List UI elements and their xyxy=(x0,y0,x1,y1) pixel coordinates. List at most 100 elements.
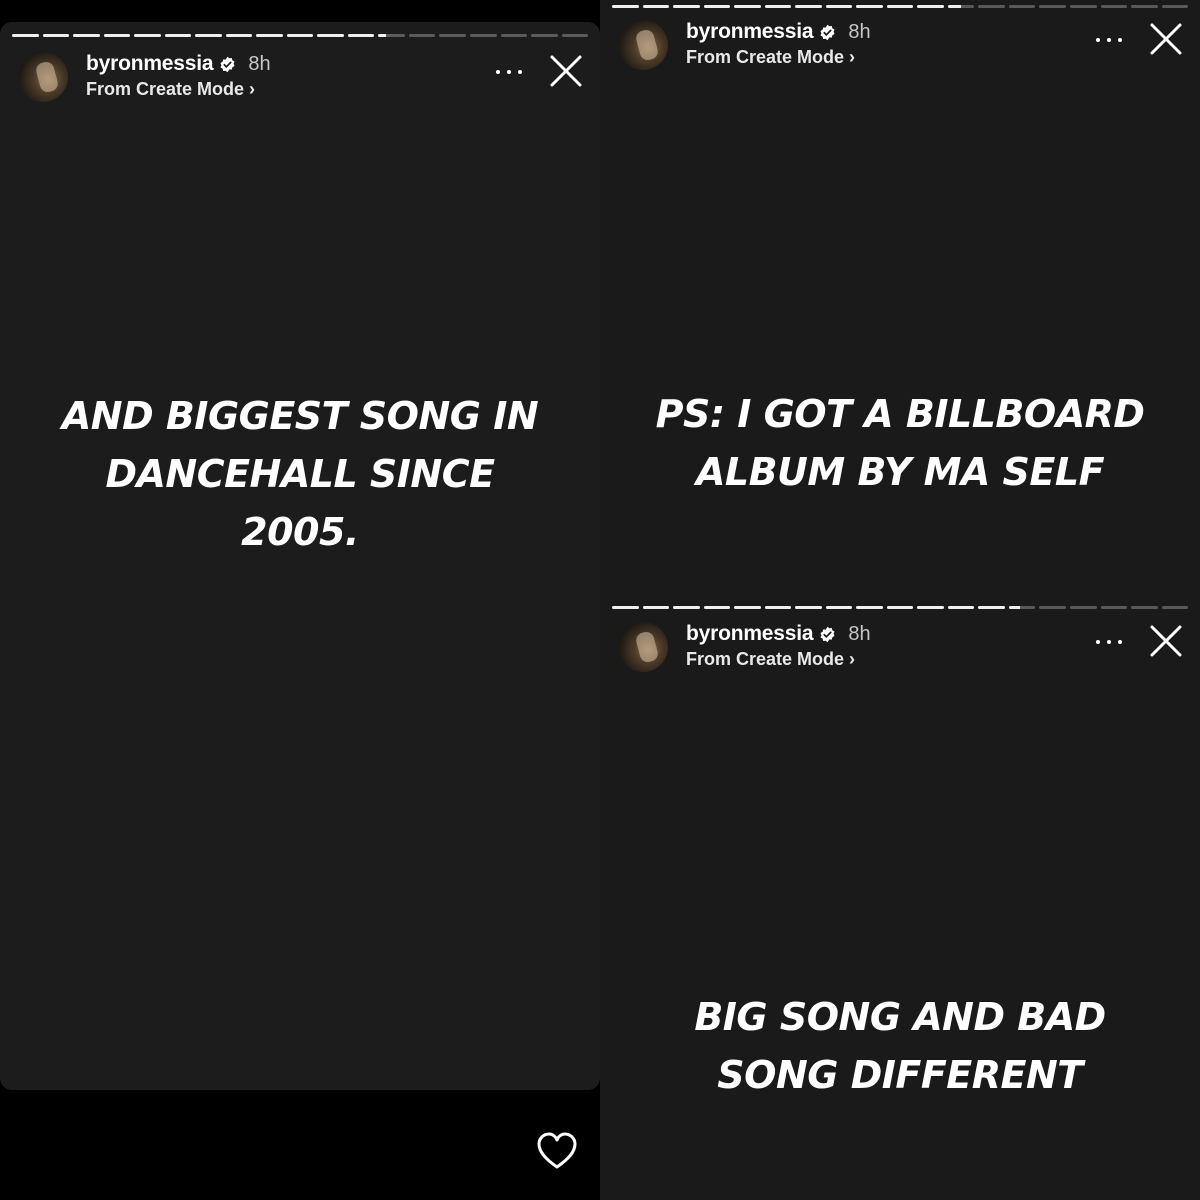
progress-segment xyxy=(673,606,700,609)
progress-segment xyxy=(642,5,670,8)
user-line: byronmessia 8h xyxy=(686,621,871,647)
story-text-line: SONG DIFFERENT xyxy=(717,1053,1083,1097)
story-header: byronmessia 8h From Create Mode › xyxy=(600,16,1200,76)
progress-segment xyxy=(1131,606,1158,609)
progress-segment xyxy=(134,34,161,37)
progress-segment xyxy=(764,5,792,8)
story-text: AND BIGGEST SONG IN DANCEHALL SINCE 2005… xyxy=(40,387,560,561)
progress-segment xyxy=(317,34,344,37)
progress-segment xyxy=(439,34,466,37)
progress-segment xyxy=(795,5,822,8)
post-time: 8h xyxy=(248,52,271,75)
progress-segment xyxy=(734,606,761,609)
create-mode-label: From Create Mode xyxy=(686,47,845,67)
progress-segment xyxy=(917,5,944,8)
progress-segment xyxy=(1161,5,1189,8)
progress-segment xyxy=(73,34,100,37)
progress-segment xyxy=(347,34,375,37)
post-time: 8h xyxy=(848,20,871,43)
progress-segment xyxy=(795,606,822,609)
progress-segment xyxy=(408,34,436,37)
avatar[interactable] xyxy=(18,52,68,102)
progress-segment xyxy=(703,5,731,8)
progress-segment xyxy=(886,606,914,609)
story-progress-bar xyxy=(612,5,1189,8)
progress-segment xyxy=(1131,5,1158,8)
progress-segment xyxy=(1008,606,1036,609)
progress-segment xyxy=(1039,5,1066,8)
story-panel-3[interactable]: byronmessia 8h From Create Mode › BIG SO… xyxy=(600,600,1200,1200)
progress-segment xyxy=(225,34,253,37)
username[interactable]: byronmessia xyxy=(686,20,814,44)
story-text: BIG SONG AND BAD SONG DIFFERENT xyxy=(640,988,1160,1104)
post-time: 8h xyxy=(848,622,871,645)
story-progress-bar xyxy=(12,34,589,37)
story-text-line: BIG SONG AND BAD xyxy=(694,995,1106,1039)
progress-segment xyxy=(612,606,639,609)
verified-badge-icon xyxy=(820,24,835,40)
story-progress-bar xyxy=(612,606,1189,609)
progress-segment xyxy=(978,5,1005,8)
progress-segment xyxy=(825,606,853,609)
more-options-icon[interactable] xyxy=(496,62,522,82)
progress-segment xyxy=(673,5,700,8)
progress-segment xyxy=(1069,5,1097,8)
progress-segment xyxy=(164,34,192,37)
progress-segment xyxy=(531,34,558,37)
progress-segment xyxy=(856,5,883,8)
progress-segment xyxy=(1008,5,1036,8)
progress-segment xyxy=(12,34,39,37)
chevron-right-icon: › xyxy=(849,47,856,67)
story-header: byronmessia 8h From Create Mode › xyxy=(0,48,600,108)
progress-segment xyxy=(256,34,283,37)
progress-segment xyxy=(703,606,731,609)
story-text: PS: I GOT A BILLBOARD ALBUM BY MA SELF xyxy=(640,385,1160,501)
avatar[interactable] xyxy=(618,622,668,672)
avatar[interactable] xyxy=(618,20,668,70)
progress-segment xyxy=(103,34,131,37)
close-icon[interactable] xyxy=(1146,621,1186,661)
create-mode-link[interactable]: From Create Mode › xyxy=(86,79,255,100)
heart-icon[interactable] xyxy=(535,1130,579,1174)
progress-segment xyxy=(286,34,314,37)
more-options-icon[interactable] xyxy=(1096,30,1122,50)
close-icon[interactable] xyxy=(546,51,586,91)
progress-segment xyxy=(734,5,761,8)
username[interactable]: byronmessia xyxy=(686,622,814,646)
more-options-icon[interactable] xyxy=(1096,632,1122,652)
progress-segment xyxy=(1069,606,1097,609)
progress-segment xyxy=(561,34,589,37)
progress-segment xyxy=(1100,606,1128,609)
create-mode-link[interactable]: From Create Mode › xyxy=(686,47,855,68)
progress-segment xyxy=(378,34,405,37)
story-panel-1[interactable]: byronmessia 8h From Create Mode › AND BI… xyxy=(0,22,600,1090)
story-text-line: AND BIGGEST SONG IN xyxy=(61,394,539,438)
story-text-line: 2005. xyxy=(241,510,359,554)
progress-segment xyxy=(947,5,975,8)
user-line: byronmessia 8h xyxy=(86,51,271,77)
progress-segment xyxy=(42,34,70,37)
chevron-right-icon: › xyxy=(249,79,256,99)
progress-segment xyxy=(1039,606,1066,609)
progress-segment xyxy=(1100,5,1128,8)
create-mode-label: From Create Mode xyxy=(686,649,845,669)
verified-badge-icon xyxy=(820,626,835,642)
story-text-line: DANCEHALL SINCE xyxy=(105,452,495,496)
progress-segment xyxy=(947,606,975,609)
create-mode-label: From Create Mode xyxy=(86,79,245,99)
story-header: byronmessia 8h From Create Mode › xyxy=(600,618,1200,678)
progress-segment xyxy=(642,606,670,609)
progress-segment xyxy=(764,606,792,609)
progress-segment xyxy=(917,606,944,609)
progress-segment xyxy=(1161,606,1189,609)
progress-segment xyxy=(500,34,528,37)
user-line: byronmessia 8h xyxy=(686,19,871,45)
progress-segment xyxy=(886,5,914,8)
verified-badge-icon xyxy=(220,56,235,72)
create-mode-link[interactable]: From Create Mode › xyxy=(686,649,855,670)
progress-segment xyxy=(469,34,497,37)
story-panel-2[interactable]: byronmessia 8h From Create Mode › PS: I … xyxy=(600,0,1200,600)
username[interactable]: byronmessia xyxy=(86,52,214,76)
chevron-right-icon: › xyxy=(849,649,856,669)
close-icon[interactable] xyxy=(1146,19,1186,59)
